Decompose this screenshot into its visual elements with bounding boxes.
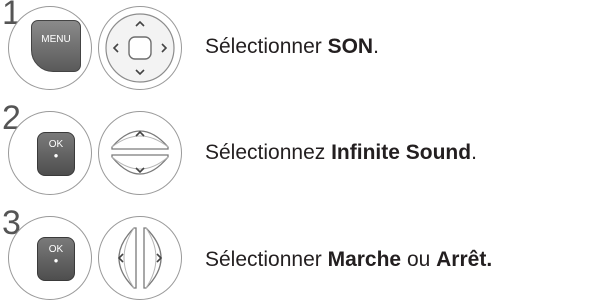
- menu-key-icon: MENU: [31, 20, 81, 72]
- instruction-suffix: .: [471, 141, 477, 164]
- left-right-pad-icon: [117, 227, 163, 289]
- up-down-pad-icon: [111, 130, 169, 175]
- instruction-text: Sélectionnez Infinite Sound.: [205, 141, 477, 165]
- instruction-text: Sélectionner SON.: [205, 35, 379, 59]
- remote-key-circle: MENU: [8, 6, 92, 90]
- instruction-keyword: Infinite Sound: [331, 141, 472, 164]
- instruction-prefix: Sélectionner: [205, 248, 328, 271]
- instruction-prefix: Sélectionnez: [205, 141, 332, 164]
- instruction-text: Sélectionner Marche ou Arrêt.: [205, 248, 492, 272]
- nav-pad-circle: [98, 216, 182, 300]
- instruction-keyword: SON: [327, 35, 374, 58]
- ok-dot-icon: ●: [53, 151, 59, 160]
- ok-key-label: OK: [48, 244, 64, 255]
- ok-key-icon: OK ●: [37, 237, 75, 281]
- instruction-keyword: Marche: [327, 248, 402, 271]
- step-3: 3 OK ● Sélectionner Marche ou Arrêt.: [0, 206, 592, 302]
- step-2: 2 OK ● Sélectionnez Infinite Sound.: [0, 101, 592, 197]
- instruction-keyword-2: Arrêt.: [436, 248, 493, 271]
- instruction-suffix: .: [373, 35, 379, 58]
- nav-pad-circle: [98, 111, 182, 195]
- ok-dot-icon: ●: [53, 256, 59, 265]
- remote-key-circle: OK ●: [8, 111, 92, 195]
- step-1: 1 MENU Sélectionner SON.: [0, 0, 592, 92]
- nav-pad-circle: [98, 6, 182, 90]
- remote-key-circle: OK ●: [8, 216, 92, 300]
- ok-key-label: OK: [48, 139, 64, 150]
- ok-key-icon: OK ●: [37, 132, 75, 176]
- instruction-conjunction: ou: [401, 248, 437, 271]
- instruction-prefix: Sélectionner: [205, 35, 328, 58]
- four-way-pad-icon: [105, 13, 175, 83]
